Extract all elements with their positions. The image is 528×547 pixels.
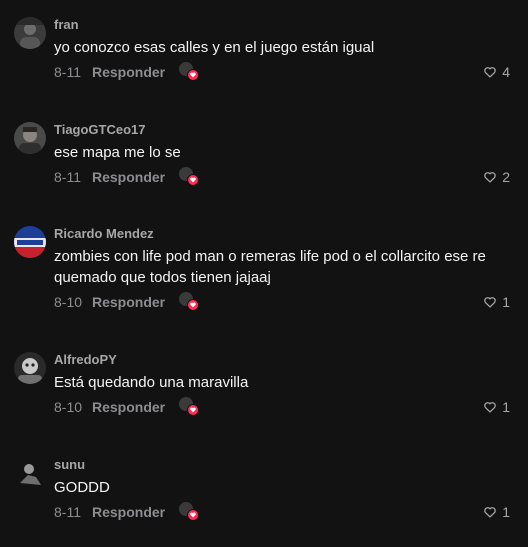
heart-outline-icon [484,172,496,183]
user-photo-icon [14,122,46,154]
comment-date: 8-11 [54,169,81,185]
avatar[interactable] [14,17,46,49]
user-photo-icon [14,457,46,489]
avatar[interactable] [14,457,46,489]
reply-button[interactable]: Responder [92,294,165,310]
like-button[interactable]: 1 [483,292,510,312]
comment-text: yo conozco esas calles y en el juego est… [54,39,375,56]
like-count: 1 [502,504,510,520]
comment-meta: 8-11 Responder [54,62,200,82]
comment-username[interactable]: Ricardo Mendez [54,226,154,241]
like-button[interactable]: 1 [483,397,510,417]
like-count: 1 [502,399,510,415]
comment-date: 8-10 [54,294,83,310]
comment-text: zombies con life pod man o remeras life … [54,248,486,286]
comment-meta: 8-11 Responder [54,502,200,522]
heart-outline-icon [484,402,496,413]
comment-text: ese mapa me lo se [54,144,181,161]
avatar[interactable] [14,226,46,258]
like-button[interactable]: 4 [483,62,510,82]
creator-liked-badge-icon [179,167,200,187]
creator-liked-badge-icon [179,292,200,312]
avatar[interactable] [14,352,46,384]
user-photo-icon [14,17,46,49]
comment-meta: 8-10 Responder [54,292,200,312]
comment-username[interactable]: fran [54,17,79,32]
like-button[interactable]: 1 [483,502,510,522]
like-count: 4 [502,64,510,80]
like-count: 2 [502,169,510,185]
comment-username[interactable]: TiagoGTCeo17 [54,122,146,137]
comment-meta: 8-11 Responder [54,167,200,187]
creator-liked-badge-icon [179,502,200,522]
creator-liked-badge-icon [179,397,200,417]
reply-button[interactable]: Responder [92,504,165,520]
heart-outline-icon [484,297,496,308]
like-button[interactable]: 2 [483,167,510,187]
comment-date: 8-11 [54,504,81,520]
comment-username[interactable]: sunu [54,457,85,472]
creator-liked-badge-icon [179,62,200,82]
comment-username[interactable]: AlfredoPY [54,352,117,367]
user-photo-icon [14,352,46,384]
comment-date: 8-11 [54,64,81,80]
comment-date: 8-10 [54,399,83,415]
comment-meta: 8-10 Responder [54,397,200,417]
reply-button[interactable]: Responder [92,399,165,415]
comment-text: GODDD [54,479,110,496]
reply-button[interactable]: Responder [92,64,165,80]
heart-outline-icon [484,507,496,518]
heart-outline-icon [484,67,496,78]
like-count: 1 [502,294,510,310]
avatar[interactable] [14,122,46,154]
reply-button[interactable]: Responder [92,169,165,185]
user-photo-icon [14,226,46,258]
comment-text: Está quedando una maravilla [54,374,249,391]
